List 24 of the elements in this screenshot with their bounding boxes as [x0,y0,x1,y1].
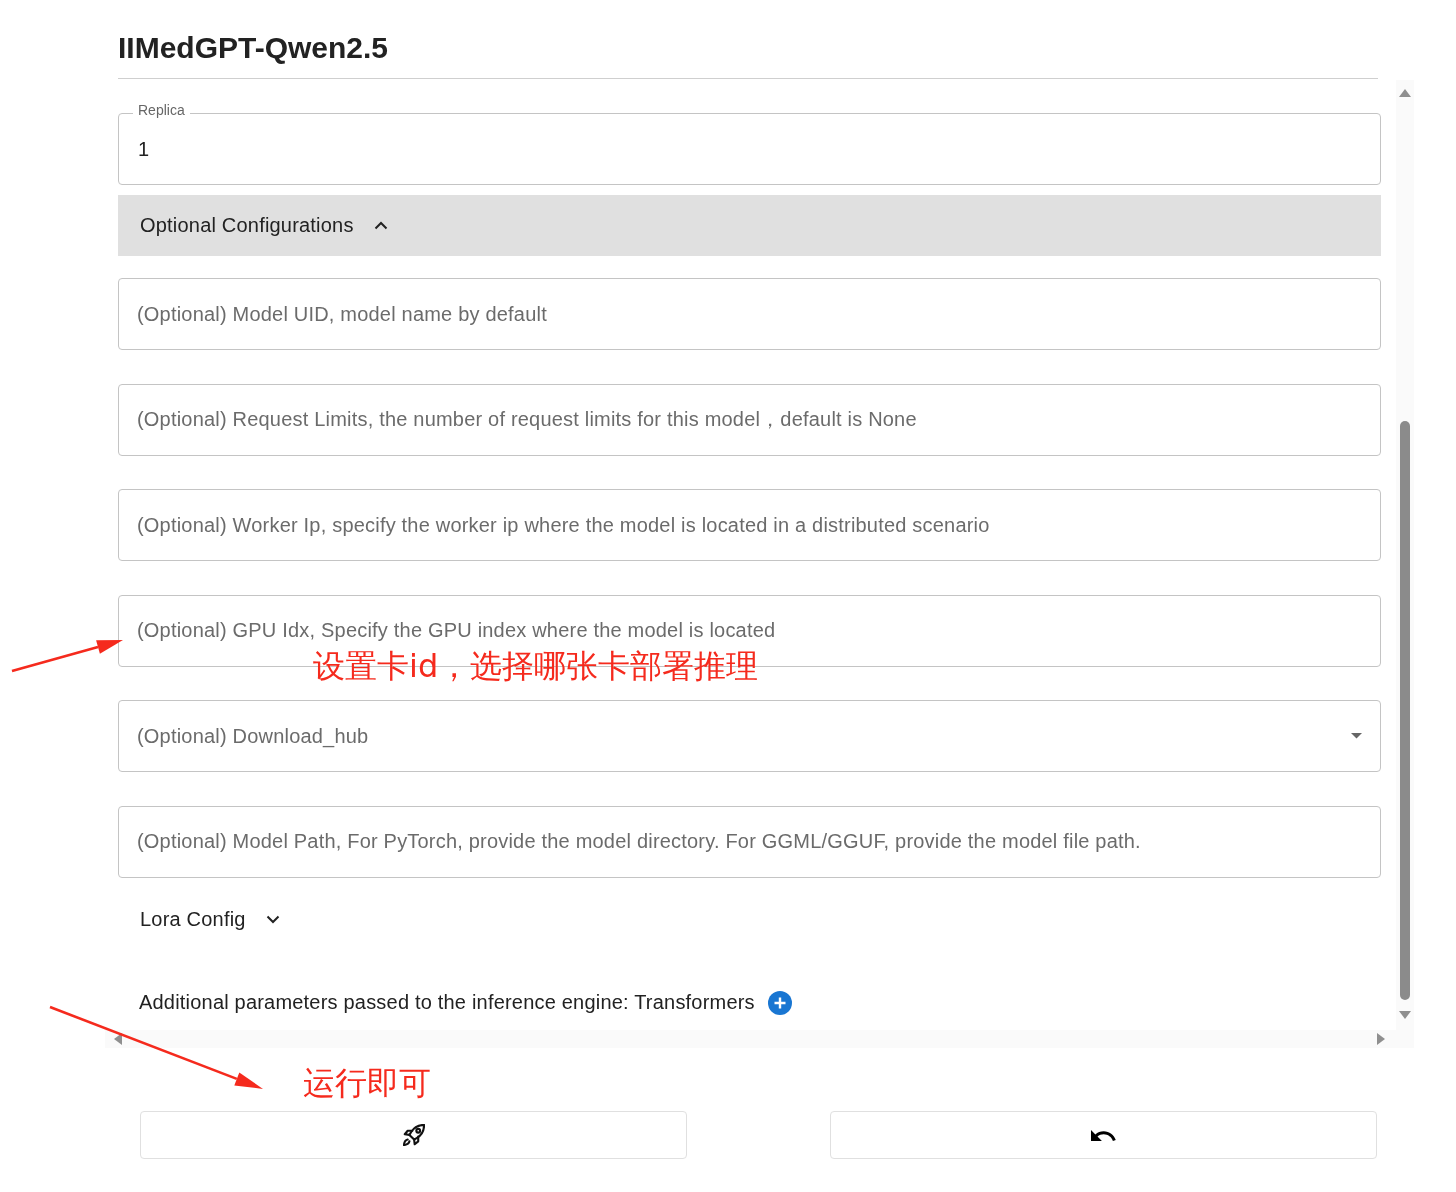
add-circle-icon[interactable] [767,990,792,1015]
undo-icon [1090,1129,1117,1141]
replica-field[interactable]: Replica 1 [118,102,1381,185]
text-field[interactable]: (Optional) Model Path, For PyTorch, provide the model directory. For GGML/GGUF, provide the model file path. [118,805,1381,878]
vertical-scrollbar[interactable] [1396,80,1414,1030]
chevron-down-icon [265,915,280,924]
chevron-up-icon [373,221,388,230]
text-field[interactable]: (Optional) Model UID, model name by default [118,278,1381,350]
page-title: IIMedGPT-Qwen2.5 [118,30,389,66]
optional-configurations-header[interactable]: Optional Configurations [118,195,1381,256]
annotation-text: 运行即可 [303,1064,431,1102]
additional-parameters-label: Additional parameters passed to the inference engine: Transformers [139,991,755,1014]
text-field[interactable]: (Optional) Request Limits, the number of request limits for this model，default is None [118,383,1381,456]
text-field[interactable]: (Optional) Worker Ip, specify the worker ip where the model is located in a distributed scenario [118,489,1381,561]
scroll-down-arrow-icon[interactable] [1399,1011,1411,1019]
rocket-icon [402,1124,425,1146]
scroll-up-arrow-icon[interactable] [1399,89,1411,97]
scrollbar-thumb[interactable] [1400,421,1410,1000]
scroll-left-arrow-icon[interactable] [114,1033,122,1045]
lora-config-toggle[interactable]: Lora Config [118,899,280,940]
caret-down-icon [1351,733,1362,739]
horizontal-scrollbar[interactable] [105,1030,1414,1048]
scroll-right-arrow-icon[interactable] [1377,1033,1385,1045]
select-field[interactable]: (Optional) Download_hub [118,700,1381,772]
